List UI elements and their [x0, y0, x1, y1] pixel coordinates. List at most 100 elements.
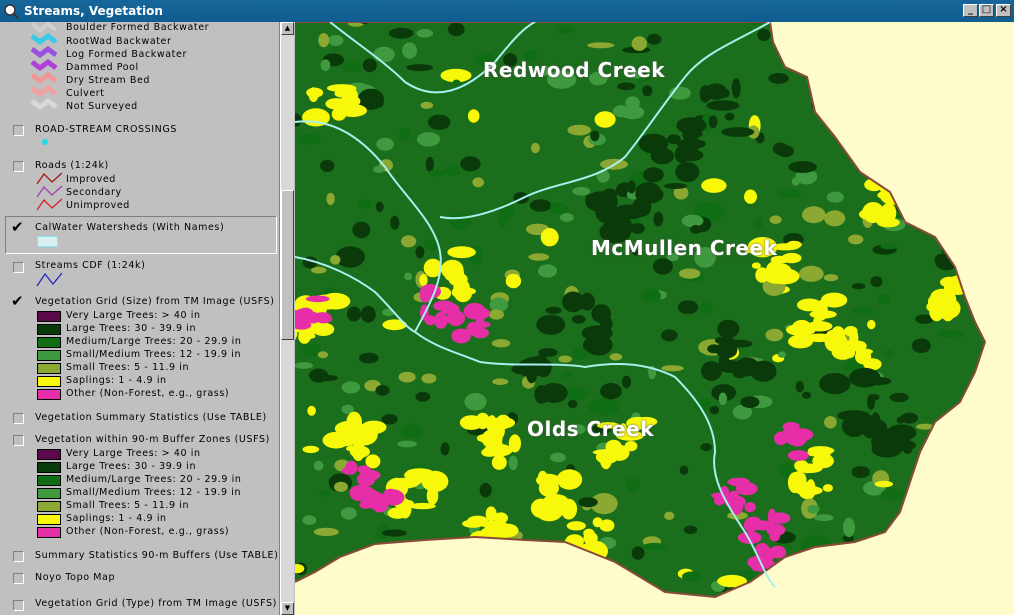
map-canvas[interactable]	[295, 22, 1014, 615]
stream-feature-symbols	[30, 22, 58, 111]
vegetation-patch	[360, 305, 376, 323]
scroll-thumb[interactable]	[281, 190, 294, 340]
vegetation-patch	[403, 500, 415, 509]
stream-line-symbol	[36, 272, 63, 287]
map-view[interactable]: Redwood Creek McMullen Creek Olds Creek	[295, 22, 1014, 615]
vegetation-patch	[492, 378, 509, 386]
vegetation-patch	[296, 307, 315, 324]
vegetation-patch	[743, 518, 760, 532]
layer-title-roads: Roads (1:24k)	[35, 160, 109, 171]
vegetation-patch	[550, 452, 566, 463]
vegetation-patch	[387, 507, 408, 519]
vegetation-patch	[498, 210, 507, 228]
vegetation-patch	[602, 188, 618, 201]
veg-class-label: Small Trees: 5 - 11.9 in	[66, 500, 190, 511]
vegetation-patch	[420, 101, 434, 109]
vegetation-patch	[661, 365, 684, 372]
vegetation-patch	[491, 455, 507, 470]
vegetation-patch	[415, 391, 431, 402]
vegetation-patch	[320, 159, 335, 172]
layer-checkbox-road-stream[interactable]	[13, 125, 24, 136]
vegetation-patch	[600, 383, 622, 400]
legend-item: Culvert	[66, 88, 105, 99]
vegetation-patch	[790, 471, 807, 489]
legend-item: Boulder Formed Backwater	[66, 22, 210, 33]
vegetation-patch	[813, 514, 834, 522]
legend-item: Log Formed Backwater	[66, 49, 187, 60]
vegetation-patch	[786, 240, 802, 249]
vegetation-patch	[625, 477, 640, 492]
vegetation-patch	[566, 521, 586, 531]
vegetation-patch	[334, 481, 348, 492]
vegetation-patch	[419, 273, 428, 287]
vegetation-patch	[685, 129, 703, 138]
layer-checkbox-veg-summary[interactable]	[13, 413, 24, 424]
layer-checkbox-calwater[interactable]: ✔	[11, 220, 24, 235]
layer-checkbox-veg-grid-type[interactable]	[13, 600, 24, 611]
layer-checkbox-summary-buffers[interactable]	[13, 551, 24, 562]
vegetation-patch	[383, 488, 399, 500]
vegetation-patch	[706, 100, 740, 111]
close-button[interactable]: ×	[996, 4, 1011, 17]
veg-class-swatch	[37, 350, 61, 361]
layer-checkbox-streams-cdf[interactable]	[13, 262, 24, 273]
vegetation-patch	[427, 114, 451, 130]
vegetation-patch	[425, 156, 434, 172]
vegetation-patch	[313, 527, 339, 537]
vegetation-patch	[802, 206, 826, 224]
vegetation-patch	[328, 35, 344, 46]
vegetation-patch	[848, 234, 864, 245]
vegetation-patch	[463, 302, 486, 320]
minimize-button[interactable]: _	[963, 4, 978, 17]
vegetation-patch	[690, 225, 702, 234]
vegetation-patch	[313, 460, 324, 471]
legend-item: Dammed Pool	[66, 62, 139, 73]
vegetation-patch	[556, 24, 574, 34]
layer-checkbox-veg-grid-size[interactable]: ✔	[11, 294, 24, 309]
layer-checkbox-veg-buffer[interactable]	[13, 435, 24, 446]
title-bar: Streams, Vegetation _ □ ×	[0, 0, 1014, 22]
legend-item: Improved	[66, 174, 116, 185]
layer-checkbox-roads[interactable]	[13, 161, 24, 172]
vegetation-patch	[340, 507, 357, 520]
vegetation-patch	[631, 36, 647, 51]
vegetation-patch	[851, 466, 870, 478]
vegetation-patch	[599, 519, 615, 532]
vegetation-patch	[744, 189, 757, 204]
vegetation-patch	[376, 137, 394, 151]
vegetation-patch	[652, 258, 673, 275]
vegetation-patch	[889, 392, 909, 403]
vegetation-patch	[478, 520, 507, 528]
vegetation-patch	[780, 429, 805, 438]
vegetation-patch	[302, 445, 320, 454]
vegetation-patch	[609, 353, 623, 361]
vegetation-patch	[708, 115, 718, 129]
vegetation-patch	[398, 371, 416, 383]
vegetation-patch	[356, 472, 376, 487]
vegetation-patch	[824, 416, 837, 429]
vegetation-patch	[851, 375, 868, 385]
maximize-button[interactable]: □	[979, 4, 994, 17]
vegetation-patch	[428, 169, 446, 177]
vegetation-patch	[318, 33, 330, 48]
veg-class-label: Other (Non-Forest, e.g., grass)	[66, 388, 230, 399]
vegetation-patch	[334, 89, 350, 98]
vegetation-patch	[530, 142, 540, 154]
vegetation-patch	[653, 211, 664, 227]
vegetation-patch	[724, 495, 746, 509]
vegetation-patch	[561, 371, 574, 378]
veg-class-label: Large Trees: 30 - 39.9 in	[66, 461, 197, 472]
vegetation-patch	[356, 199, 373, 209]
vegetation-patch	[839, 335, 848, 350]
layer-checkbox-noyo-topo[interactable]	[13, 573, 24, 584]
vegetation-patch	[855, 349, 872, 365]
scroll-down-button[interactable]: ▼	[281, 602, 294, 615]
scroll-up-button[interactable]: ▲	[281, 22, 294, 35]
veg-class-label: Very Large Trees: > 40 in	[66, 310, 201, 321]
legend-scrollbar[interactable]: ▲ ▼	[280, 22, 294, 615]
vegetation-patch	[883, 349, 894, 359]
vegetation-patch	[341, 466, 357, 475]
vegetation-patch	[446, 310, 466, 326]
vegetation-patch	[595, 200, 619, 224]
vegetation-patch	[621, 375, 632, 389]
